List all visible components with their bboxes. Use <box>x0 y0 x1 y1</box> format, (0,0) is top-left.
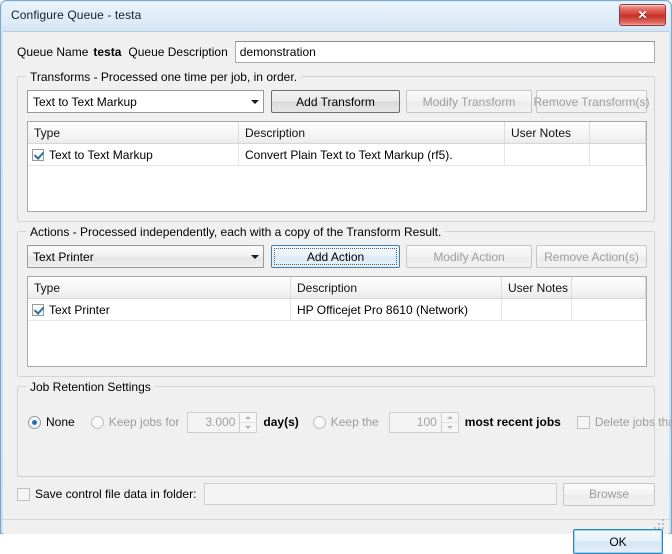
retention-none-radio[interactable] <box>28 415 41 429</box>
stepper-up-icon[interactable] <box>240 413 257 423</box>
retention-count-value[interactable]: 100 <box>388 411 442 433</box>
modify-transform-button: Modify Transform <box>406 90 532 113</box>
title-bar: Configure Queue - testa ✕ <box>2 2 670 31</box>
queue-name-label: Queue Name <box>17 45 89 59</box>
transform-type-combo[interactable]: Text to Text Markup <box>27 90 264 113</box>
dialog-window: Configure Queue - testa ✕ Queue Name tes… <box>0 0 672 554</box>
transforms-group: Transforms - Processed one time per job,… <box>17 70 655 222</box>
close-icon: ✕ <box>637 8 648 22</box>
stepper-down-icon[interactable] <box>442 423 458 432</box>
retention-most-recent-label: most recent jobs <box>464 415 561 429</box>
close-button[interactable]: ✕ <box>619 4 666 26</box>
remove-actions-button-label: Remove Action(s) <box>544 249 639 264</box>
resize-grip[interactable] <box>654 519 666 531</box>
actions-col-extra[interactable] <box>572 277 646 298</box>
actions-cell-user-notes <box>502 299 572 320</box>
transforms-col-extra[interactable] <box>590 122 646 143</box>
ok-button[interactable]: OK <box>573 529 663 554</box>
queue-name-value: testa <box>93 45 122 59</box>
delete-jobs-error-label: Delete jobs that error <box>594 415 672 429</box>
modify-transform-button-label: Modify Transform <box>422 94 516 109</box>
transforms-cell-type-label: Text to Text Markup <box>49 147 153 162</box>
actions-group: Actions - Processed independently, each … <box>17 225 655 377</box>
modify-action-button-label: Modify Action <box>433 249 505 264</box>
transforms-group-title: Transforms - Processed one time per job,… <box>26 70 301 84</box>
ok-button-label: OK <box>609 534 627 549</box>
save-folder-input[interactable] <box>204 483 557 505</box>
retention-days-unit-label: day(s) <box>263 415 299 429</box>
chevron-down-icon <box>246 254 263 259</box>
queue-header-row: Queue Name testa Queue Description <box>17 40 655 64</box>
transforms-col-user-notes[interactable]: User Notes <box>505 122 590 143</box>
transforms-table[interactable]: Type Description User Notes Text to Text… <box>27 121 647 212</box>
retention-none-label: None <box>46 415 75 429</box>
actions-cell-description: HP Officejet Pro 8610 (Network) <box>291 299 502 320</box>
transforms-cell-user-notes <box>505 144 590 165</box>
transform-type-combo-value: Text to Text Markup <box>33 94 137 109</box>
table-row[interactable]: Text to Text Markup Convert Plain Text t… <box>28 144 646 166</box>
chevron-down-icon <box>246 99 263 104</box>
retention-keep-days-label: Keep jobs for <box>108 415 180 429</box>
transforms-col-description[interactable]: Description <box>239 122 505 143</box>
action-enabled-checkbox[interactable] <box>32 303 44 316</box>
retention-options-row: None Keep jobs for 3.000 day(s) Keep the <box>19 409 672 435</box>
transforms-table-header: Type Description User Notes <box>28 122 646 144</box>
actions-cell-type: Text Printer <box>28 299 291 320</box>
action-type-combo-value: Text Printer <box>33 249 94 264</box>
actions-col-type[interactable]: Type <box>28 277 291 298</box>
add-action-button-label: Add Action <box>306 249 365 264</box>
retention-keep-days-radio[interactable] <box>90 415 104 429</box>
transform-enabled-checkbox[interactable] <box>32 148 44 161</box>
actions-col-description[interactable]: Description <box>291 277 502 298</box>
add-transform-button[interactable]: Add Transform <box>271 90 400 113</box>
retention-days-stepper-buttons[interactable] <box>240 411 258 433</box>
actions-cell-extra <box>572 299 646 320</box>
retention-days-value[interactable]: 3.000 <box>187 411 241 433</box>
footer-divider <box>3 519 669 520</box>
queue-description-input[interactable] <box>234 41 655 63</box>
retention-keep-count-label: Keep the <box>330 415 379 429</box>
delete-jobs-error-checkbox[interactable] <box>576 415 590 429</box>
stepper-up-icon[interactable] <box>441 413 458 423</box>
transforms-cell-type: Text to Text Markup <box>28 144 239 165</box>
browse-button: Browse <box>563 482 655 506</box>
browse-button-label: Browse <box>588 487 629 501</box>
actions-col-user-notes[interactable]: User Notes <box>502 277 572 298</box>
transforms-cell-extra <box>590 144 646 165</box>
transforms-cell-description: Convert Plain Text to Text Markup (rf5). <box>239 144 505 165</box>
save-control-file-row: Save control file data in folder: Browse <box>17 482 655 506</box>
remove-transforms-button-label: Remove Transform(s) <box>533 94 650 109</box>
save-control-file-checkbox[interactable] <box>17 487 30 501</box>
modify-action-button: Modify Action <box>406 245 532 268</box>
save-control-file-label: Save control file data in folder: <box>35 487 197 501</box>
add-transform-button-label: Add Transform <box>296 94 375 109</box>
actions-cell-type-label: Text Printer <box>49 302 110 317</box>
actions-table[interactable]: Type Description User Notes Text Printer… <box>27 276 647 367</box>
actions-group-title: Actions - Processed independently, each … <box>26 225 446 239</box>
retention-group-title: Job Retention Settings <box>26 380 155 394</box>
action-type-combo[interactable]: Text Printer <box>27 245 264 268</box>
retention-days-stepper[interactable]: 3.000 <box>187 411 258 433</box>
retention-count-stepper[interactable]: 100 <box>388 411 459 433</box>
stepper-down-icon[interactable] <box>240 423 256 432</box>
window-title: Configure Queue - testa <box>11 8 142 22</box>
dialog-body: Queue Name testa Queue Description Trans… <box>3 31 672 554</box>
queue-description-label: Queue Description <box>128 45 228 59</box>
window-frame-inner: Configure Queue - testa ✕ Queue Name tes… <box>2 2 672 554</box>
table-row[interactable]: Text Printer HP Officejet Pro 8610 (Netw… <box>28 299 646 321</box>
retention-count-stepper-buttons[interactable] <box>441 411 459 433</box>
transforms-col-type[interactable]: Type <box>28 122 239 143</box>
remove-transforms-button: Remove Transform(s) <box>533 90 650 113</box>
add-action-button[interactable]: Add Action <box>271 245 400 268</box>
retention-keep-count-radio[interactable] <box>312 415 326 429</box>
actions-table-header: Type Description User Notes <box>28 277 646 299</box>
retention-group: Job Retention Settings None Keep jobs fo… <box>17 380 672 477</box>
remove-actions-button: Remove Action(s) <box>536 245 647 268</box>
